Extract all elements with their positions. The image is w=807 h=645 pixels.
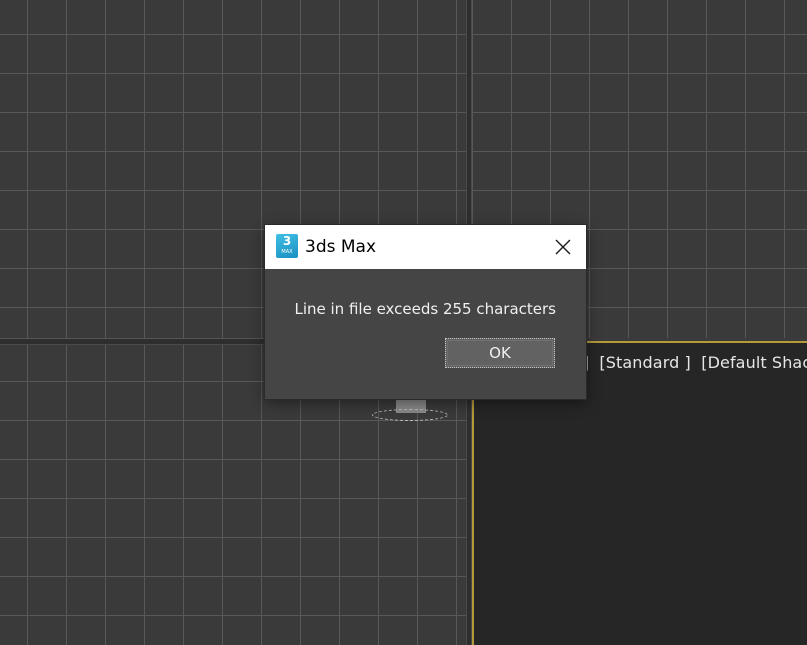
dialog-title: 3ds Max	[305, 237, 377, 257]
message-dialog: 3 MAX 3ds Max Line in file exceeds 255 c…	[265, 225, 586, 399]
close-icon	[555, 239, 571, 255]
transform-gizmo-ring	[372, 409, 448, 421]
viewport-label[interactable]: ve ] [Standard ] [Default Shac	[558, 353, 807, 372]
app-icon-number: 3	[282, 234, 292, 248]
app-icon-sublabel: MAX	[281, 249, 293, 255]
close-button[interactable]	[540, 225, 586, 269]
dialog-titlebar[interactable]: 3 MAX 3ds Max	[265, 225, 586, 269]
dialog-message: Line in file exceeds 255 characters	[294, 300, 556, 318]
3ds-max-app-icon: 3 MAX	[276, 234, 298, 258]
3ds-max-workspace: ve ] [Standard ] [Default Shac 3 MAX 3ds…	[0, 0, 807, 645]
ok-button[interactable]: OK	[445, 338, 555, 368]
